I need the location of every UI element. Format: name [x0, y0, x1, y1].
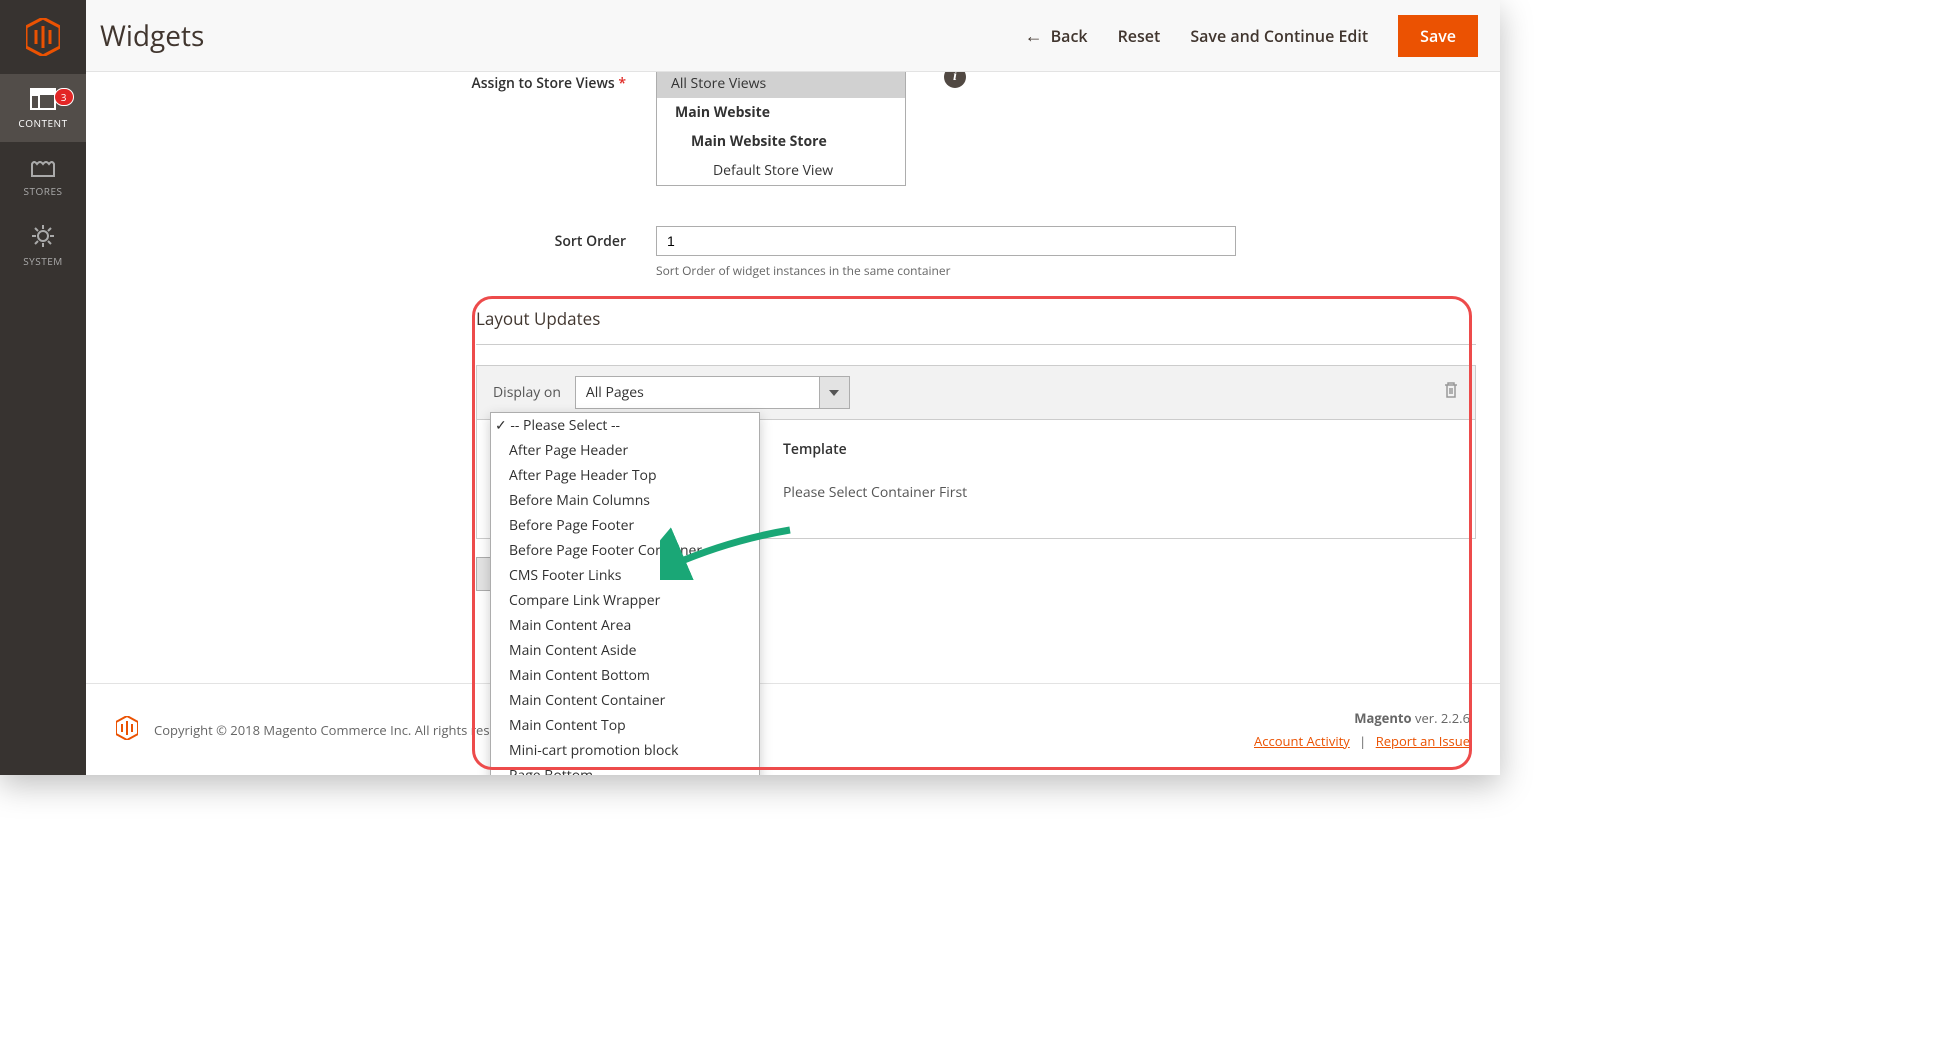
store-option-website[interactable]: Main Website: [657, 98, 905, 127]
dropdown-option[interactable]: Main Content Aside: [491, 638, 759, 663]
dropdown-option[interactable]: Before Page Footer: [491, 513, 759, 538]
dropdown-option[interactable]: Before Main Columns: [491, 488, 759, 513]
dropdown-option[interactable]: -- Please Select --: [491, 413, 759, 438]
delete-layout-button[interactable]: [1443, 381, 1459, 404]
nav-stores[interactable]: STORES: [0, 142, 86, 210]
save-button[interactable]: Save: [1398, 15, 1478, 57]
store-views-select[interactable]: All Store Views Main Website Main Websit…: [656, 68, 906, 186]
report-issue-link[interactable]: Report an Issue: [1376, 732, 1470, 750]
save-continue-button[interactable]: Save and Continue Edit: [1190, 25, 1368, 47]
dropdown-option[interactable]: Page Bottom: [491, 763, 759, 775]
back-button[interactable]: ← Back: [1025, 24, 1088, 48]
nav-label: STORES: [0, 184, 86, 198]
template-placeholder-msg: Please Select Container First: [783, 483, 1449, 502]
page-footer: Copyright © 2018 Magento Commerce Inc. A…: [86, 683, 1500, 775]
dropdown-option[interactable]: Main Content Area: [491, 613, 759, 638]
dropdown-option[interactable]: Main Content Top: [491, 713, 759, 738]
account-activity-link[interactable]: Account Activity: [1254, 732, 1350, 750]
sort-order-input[interactable]: [656, 226, 1236, 256]
footer-version: ver. 2.2.6: [1415, 709, 1470, 727]
page-title: Widgets: [100, 17, 995, 55]
dropdown-option[interactable]: Mini-cart promotion block: [491, 738, 759, 763]
layout-updates-title: Layout Updates: [476, 307, 1476, 345]
back-label: Back: [1051, 25, 1088, 47]
trash-icon: [1443, 381, 1459, 399]
store-option-all[interactable]: All Store Views: [657, 69, 905, 98]
footer-separator: |: [1359, 732, 1366, 750]
template-heading: Template: [783, 440, 1449, 459]
store-option-store[interactable]: Main Website Store: [657, 127, 905, 156]
nav-system[interactable]: SYSTEM: [0, 210, 86, 280]
magento-footer-logo: [116, 716, 138, 744]
dropdown-option[interactable]: Before Page Footer Container: [491, 538, 759, 563]
dropdown-option[interactable]: Main Content Bottom: [491, 663, 759, 688]
sort-order-label: Sort Order: [86, 226, 656, 251]
dropdown-option[interactable]: After Page Header: [491, 438, 759, 463]
layout-updates-section: Layout Updates Display on All Pages: [476, 307, 1476, 591]
content-area: Assign to Store Views All Store Views Ma…: [86, 72, 1500, 775]
sort-order-hint: Sort Order of widget instances in the sa…: [656, 262, 1236, 279]
stores-icon: [30, 156, 56, 178]
admin-sidebar: CONTENT 3 STORES SYSTEM: [0, 0, 86, 775]
magento-logo[interactable]: [26, 18, 60, 56]
nav-content[interactable]: CONTENT 3: [0, 74, 86, 142]
notification-badge: 3: [54, 88, 74, 106]
content-icon: [30, 88, 56, 110]
back-arrow-icon: ←: [1025, 24, 1043, 48]
dropdown-option[interactable]: Compare Link Wrapper: [491, 588, 759, 613]
store-option-view[interactable]: Default Store View: [657, 156, 905, 185]
page-header: Widgets ← Back Reset Save and Continue E…: [86, 0, 1500, 72]
footer-copyright: Copyright © 2018 Magento Commerce Inc. A…: [154, 721, 527, 739]
nav-label: SYSTEM: [0, 254, 86, 268]
chevron-down-icon[interactable]: [820, 376, 850, 409]
display-on-select[interactable]: All Pages: [575, 376, 850, 409]
dropdown-option[interactable]: CMS Footer Links: [491, 563, 759, 588]
container-dropdown-list[interactable]: -- Please Select --After Page HeaderAfte…: [490, 412, 760, 775]
gear-icon: [31, 224, 55, 248]
display-on-label: Display on: [493, 383, 561, 402]
dropdown-option[interactable]: Main Content Container: [491, 688, 759, 713]
nav-label: CONTENT: [0, 116, 86, 130]
footer-product: Magento: [1354, 709, 1411, 727]
reset-button[interactable]: Reset: [1118, 25, 1161, 47]
display-on-value: All Pages: [575, 376, 820, 409]
dropdown-option[interactable]: After Page Header Top: [491, 463, 759, 488]
